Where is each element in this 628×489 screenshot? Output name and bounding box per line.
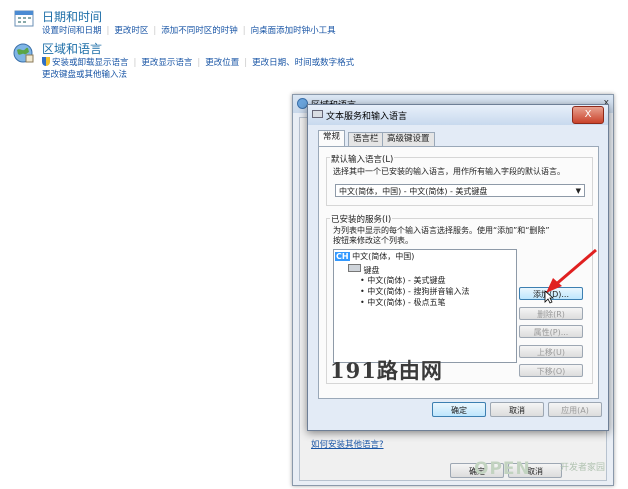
- globe-icon: [12, 42, 34, 64]
- language-name: 中文(简体，中国): [352, 252, 415, 261]
- tab-general[interactable]: 常规: [318, 130, 346, 147]
- help-link-install-languages[interactable]: 如何安装其他语言?: [311, 438, 384, 450]
- link-add-clock-gadget[interactable]: 向桌面添加时钟小工具: [251, 26, 336, 36]
- tab-advanced-key-settings[interactable]: 高级键设置: [382, 132, 435, 146]
- installed-services-label: 已安装的服务(I): [330, 213, 393, 225]
- inner-close-button[interactable]: X: [572, 106, 604, 124]
- tab-language-bar[interactable]: 语言栏: [348, 132, 384, 146]
- link-change-keyboards[interactable]: 更改键盘或其他输入法: [42, 70, 127, 80]
- keyboard-small-icon: [312, 110, 323, 118]
- red-arrow-annotation: [546, 248, 597, 293]
- watermark-open-suffix: 开发者家园: [560, 463, 606, 473]
- link-change-display-language[interactable]: 更改显示语言: [141, 58, 192, 68]
- mouse-cursor-icon: [544, 290, 554, 304]
- keyboard-label: 键盘: [363, 266, 380, 275]
- tree-item[interactable]: • 中文(简体) - 美式键盘: [360, 275, 445, 286]
- link-change-formats[interactable]: 更改日期、时间或数字格式: [252, 58, 354, 68]
- default-language-description: 选择其中一个已安装的输入语言，用作所有输入字段的默认语言。: [333, 167, 565, 176]
- move-down-button[interactable]: 下移(O): [519, 364, 583, 377]
- link-change-location[interactable]: 更改位置: [205, 58, 239, 68]
- link-set-time[interactable]: 设置时间和日期: [42, 26, 102, 36]
- properties-button[interactable]: 属性(P)...: [519, 325, 583, 338]
- tree-node-language[interactable]: CH 中文(简体，中国): [335, 251, 414, 262]
- tree-item-label: 中文(简体) - 极点五笔: [367, 298, 446, 307]
- tree-item-label: 中文(简体) - 搜狗拼音输入法: [367, 287, 470, 296]
- region-title[interactable]: 区域和语言: [42, 40, 102, 57]
- tree-item[interactable]: • 中文(简体) - 搜狗拼音输入法: [360, 286, 469, 297]
- datetime-title[interactable]: 日期和时间: [42, 8, 102, 25]
- inner-ok-button[interactable]: 确定: [432, 402, 486, 417]
- region-links-2: 更改键盘或其他输入法: [42, 68, 127, 80]
- region-links: 安装或卸载显示语言 | 更改显示语言 | 更改位置 | 更改日期、时间或数字格式: [42, 56, 354, 68]
- default-language-select[interactable]: 中文(简体，中国) - 中文(简体) - 美式键盘 ▼: [335, 184, 585, 197]
- inner-apply-button[interactable]: 应用(A): [548, 402, 602, 417]
- inner-cancel-button[interactable]: 取消: [490, 402, 544, 417]
- default-language-label: 默认输入语言(L): [330, 153, 395, 165]
- move-up-button[interactable]: 上移(U): [519, 345, 583, 358]
- shield-icon: [42, 57, 50, 66]
- watermark-191luyou: 191路由网: [330, 358, 443, 383]
- datetime-icon: [14, 8, 34, 28]
- tree-item[interactable]: • 中文(简体) - 极点五笔: [360, 297, 445, 308]
- remove-button[interactable]: 删除(R): [519, 307, 583, 320]
- keyboard-icon: [348, 264, 361, 272]
- datetime-links: 设置时间和日期 | 更改时区 | 添加不同时区的时钟 | 向桌面添加时钟小工具: [42, 26, 336, 36]
- default-language-value: 中文(简体，中国) - 中文(简体) - 美式键盘: [339, 187, 488, 196]
- watermark-open-logo: OPEN: [474, 459, 531, 479]
- tree-item-label: 中文(简体) - 美式键盘: [367, 276, 446, 285]
- installed-services-tree[interactable]: CH 中文(简体，中国) 键盘 • 中文(简体) - 美式键盘 • 中文(简体)…: [333, 249, 517, 363]
- link-install-display-language[interactable]: 安装或卸载显示语言: [52, 58, 129, 68]
- language-badge: CH: [335, 252, 350, 261]
- link-add-clocks[interactable]: 添加不同时区的时钟: [161, 26, 238, 36]
- link-change-timezone[interactable]: 更改时区: [114, 26, 148, 36]
- dropdown-arrow-icon: ▼: [575, 187, 581, 195]
- inner-titlebar[interactable]: 文本服务和输入语言 X: [308, 105, 608, 125]
- installed-services-description-2: 按钮来修改这个列表。: [333, 236, 413, 245]
- inner-title: 文本服务和输入语言: [326, 112, 408, 122]
